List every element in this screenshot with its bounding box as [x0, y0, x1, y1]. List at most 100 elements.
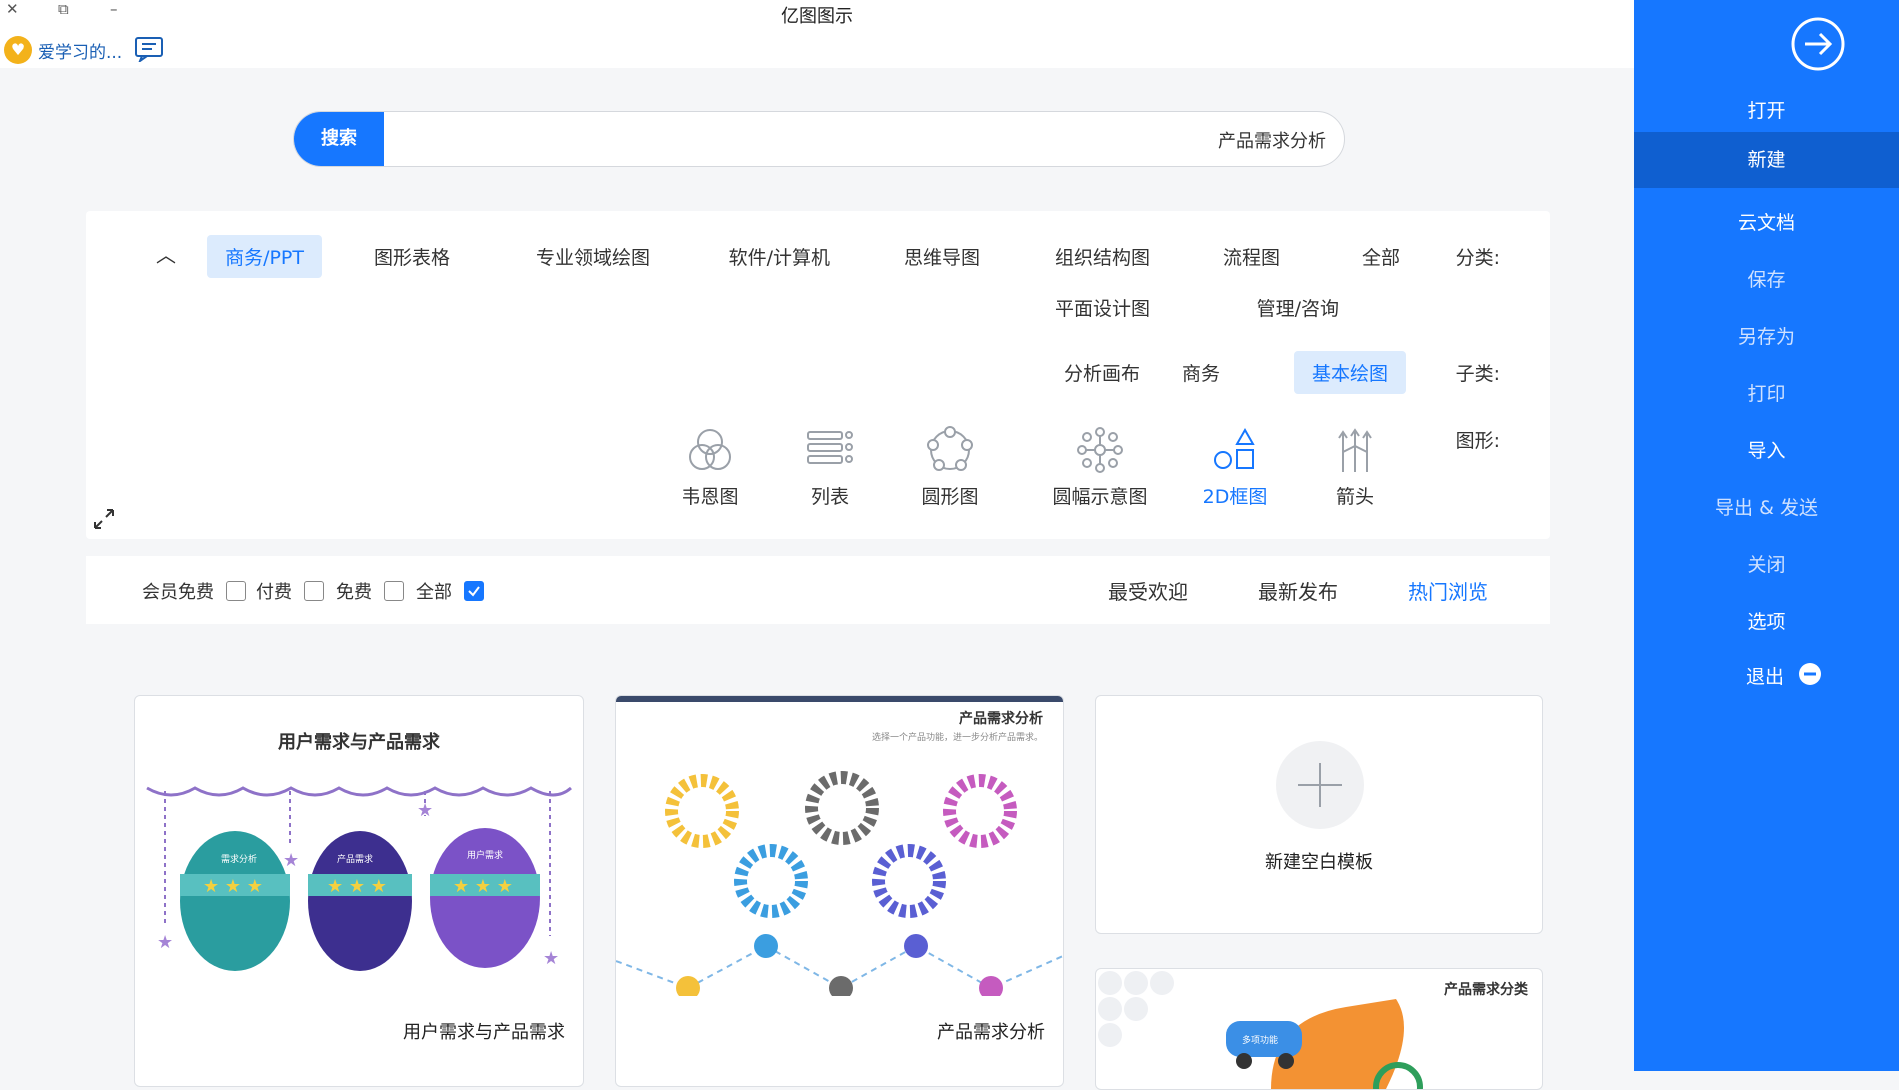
checkbox-paid-label: 付费: [256, 582, 292, 603]
sidebar-item-export[interactable]: 导出 & 发送: [1634, 493, 1899, 520]
sidebar-item-save-as[interactable]: 另存为: [1634, 322, 1899, 349]
shape-venn-label: 韦恩图: [681, 486, 739, 508]
category-management[interactable]: 管理/咨询: [1257, 294, 1339, 321]
chevron-up-icon[interactable]: ︿: [156, 239, 176, 268]
expand-icon[interactable]: [92, 507, 116, 531]
shape-label: 图形:: [1455, 430, 1500, 452]
sidebar-item-print[interactable]: 打印: [1634, 379, 1899, 406]
sidebar-item-open[interactable]: 打开: [1634, 96, 1899, 123]
search-button[interactable]: 搜索: [294, 112, 384, 166]
shape-circular-label: 圆形图: [921, 486, 979, 508]
minus-circle-icon: [1799, 663, 1821, 685]
category-software[interactable]: 软件/计算机: [729, 243, 830, 270]
radial-diagram-icon: [1077, 427, 1123, 473]
sort-bar: 热门浏览 最新发布 最受欢迎 全部 免费 付费 会员免费: [86, 556, 1550, 624]
sort-favorite[interactable]: 最受欢迎: [1108, 576, 1188, 605]
user-name[interactable]: 爱学习的...: [38, 38, 122, 63]
category-business-ppt[interactable]: 商务/PPT: [207, 235, 322, 278]
classification-car-label: 多项功能: [1242, 1036, 1279, 1046]
sidebar-item-close[interactable]: 关闭: [1634, 550, 1899, 577]
checkbox-free-label: 免费: [336, 582, 372, 603]
template-card-blank[interactable]: 新建空白模板: [1095, 695, 1543, 934]
plus-icon: [1276, 741, 1364, 829]
search-bar: 搜索: [293, 111, 1345, 168]
svg-text:★ ★ ★: ★ ★ ★: [453, 876, 513, 897]
sidebar: 打开 新建 云文档 保存 另存为 打印 导入 导出 & 发送 关闭 选项 退出: [1634, 0, 1899, 1071]
card-top-bar: [616, 696, 1063, 702]
eggs-heading: 用户需求与产品需求: [278, 732, 440, 753]
2d-block-icon: [1214, 427, 1255, 469]
shape-venn[interactable]: 韦恩图: [655, 426, 765, 509]
exit-label: 退出: [1746, 666, 1785, 688]
sidebar-item-exit[interactable]: 退出: [1746, 660, 1886, 688]
filter-panel: 分类: 全部 流程图 组织结构图 思维导图 软件/计算机 专业领域绘图 图形表格…: [86, 211, 1550, 539]
egg-label-1: 需求分析: [221, 855, 258, 865]
arrows-icon: [1338, 428, 1372, 472]
sidebar-item-import[interactable]: 导入: [1634, 436, 1899, 463]
shape-radial-label: 圆幅示意图: [1052, 486, 1148, 508]
svg-text:★ ★ ★: ★ ★ ★: [203, 876, 263, 897]
svg-text:★ ★ ★: ★ ★ ★: [327, 876, 387, 897]
category-table[interactable]: 图形表格: [374, 243, 450, 270]
checkbox-member-free-label: 会员免费: [142, 582, 214, 603]
message-icon[interactable]: [134, 36, 164, 62]
eggs-illustration: ★ ★ ★ ★ ★ ★ ★ ★ ★ ★ ★ ★ ★: [146, 786, 572, 971]
shape-2d-block-label: 2D框图: [1202, 486, 1268, 508]
shape-list-label: 列表: [810, 486, 849, 508]
template-card-eggs[interactable]: 用户需求与产品需求 ★ ★ ★ ★ ★ ★ ★ ★ ★ ★ ★ ★ ★ 需求分析 产品需求…: [134, 695, 584, 1087]
gears-template-title: 产品需求分析: [937, 1022, 1045, 1043]
egg-label-3: 用户需求: [467, 851, 504, 861]
category-mind-map[interactable]: 思维导图: [904, 243, 980, 270]
eggs-template-title: 用户需求与产品需求: [403, 1022, 565, 1043]
template-card-classification[interactable]: 产品需求分类 多项功能: [1095, 968, 1543, 1090]
subcategory-business[interactable]: 商务: [1182, 359, 1220, 386]
sidebar-item-new[interactable]: 新建: [1634, 132, 1899, 188]
sidebar-item-options[interactable]: 选项: [1634, 607, 1899, 634]
gears-illustration: [616, 771, 1063, 996]
subcategory-label: 子类:: [1455, 363, 1500, 385]
svg-text:★: ★: [157, 932, 173, 953]
category-graphic-design[interactable]: 平面设计图: [1055, 294, 1150, 321]
title-bar: 亿图图示 ✕ ⧉ – ♥ 爱学习的...: [0, 0, 1634, 68]
shape-arrows[interactable]: 箭头: [1300, 426, 1410, 509]
checkbox-all[interactable]: [464, 581, 484, 601]
egg-label-2: 产品需求: [337, 855, 374, 865]
classification-illustration: [1098, 971, 1423, 1089]
blank-template-title: 新建空白模板: [1265, 852, 1373, 873]
category-professional[interactable]: 专业领域绘图: [536, 243, 650, 270]
category-all[interactable]: 全部: [1362, 243, 1400, 270]
category-flowchart[interactable]: 流程图: [1223, 243, 1280, 270]
checkbox-free[interactable]: [384, 581, 404, 601]
window-title: 亿图图示: [781, 6, 853, 27]
shape-radial[interactable]: 圆幅示意图: [1045, 426, 1155, 509]
circular-diagram-icon: [927, 426, 973, 471]
back-arrow-icon[interactable]: [1790, 16, 1846, 72]
restore-icon[interactable]: ⧉: [58, 0, 69, 18]
sidebar-item-save[interactable]: 保存: [1634, 265, 1899, 292]
crown-icon: ♥: [4, 36, 32, 64]
category-org-chart[interactable]: 组织结构图: [1055, 243, 1150, 270]
checkbox-all-label: 全部: [416, 582, 452, 603]
shape-2d-block[interactable]: 2D框图: [1180, 426, 1290, 509]
checkbox-member-free[interactable]: [226, 581, 246, 601]
shape-arrows-label: 箭头: [1335, 486, 1374, 508]
gears-subtitle: 选择一个产品功能，进一步分析产品需求。: [871, 733, 1043, 743]
svg-text:★: ★: [417, 800, 433, 821]
svg-text:★: ★: [543, 948, 559, 969]
sidebar-item-cloud[interactable]: 云文档: [1634, 208, 1899, 235]
minimize-icon[interactable]: –: [110, 0, 118, 18]
list-icon: [807, 431, 853, 464]
svg-text:★: ★: [283, 850, 299, 871]
category-label: 分类:: [1455, 247, 1500, 269]
venn-icon: [689, 429, 731, 470]
sort-newest[interactable]: 最新发布: [1258, 576, 1338, 605]
subcategory-analysis-canvas[interactable]: 分析画布: [1064, 359, 1140, 386]
search-input[interactable]: [394, 112, 1328, 168]
subcategory-basic[interactable]: 基本绘图: [1293, 351, 1406, 394]
sort-popular[interactable]: 热门浏览: [1408, 576, 1488, 605]
shape-list[interactable]: 列表: [775, 426, 885, 509]
checkbox-paid[interactable]: [304, 581, 324, 601]
shape-circular[interactable]: 圆形图: [895, 426, 1005, 509]
close-icon[interactable]: ✕: [6, 0, 19, 18]
template-card-gears[interactable]: 产品需求分析 选择一个产品功能，进一步分析产品需求。 产品需求分析: [615, 695, 1064, 1087]
